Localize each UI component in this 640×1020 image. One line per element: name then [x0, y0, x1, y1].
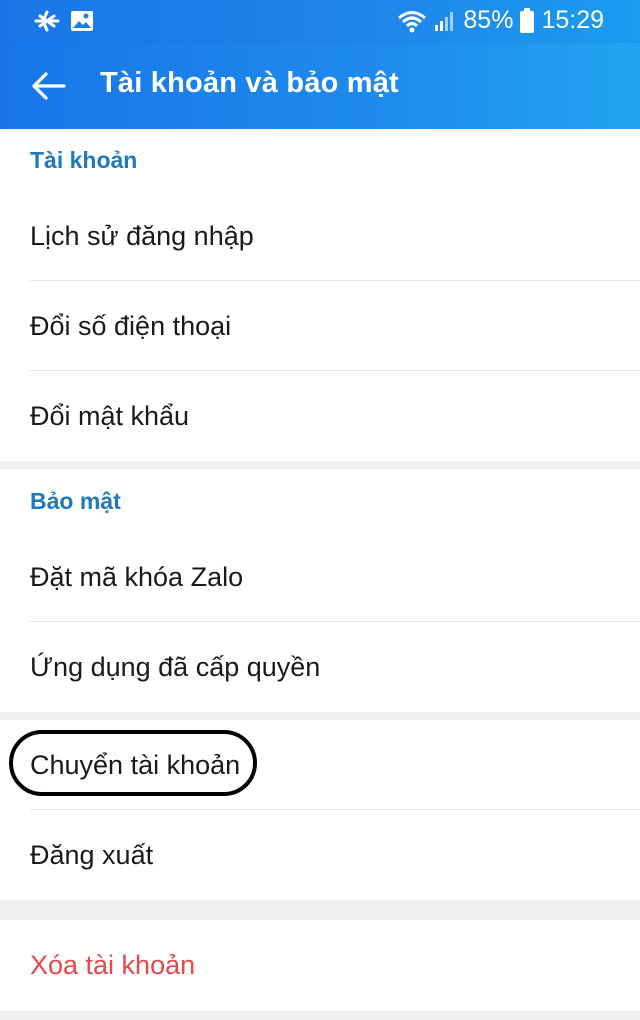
back-button[interactable]	[28, 65, 70, 107]
section-header-security: Bảo mật	[30, 488, 121, 514]
app-bar: Tài khoản và bảo mật	[0, 43, 640, 129]
battery-icon	[520, 7, 535, 33]
wifi-icon	[398, 10, 427, 32]
signal-icon	[435, 11, 454, 31]
image-icon	[71, 11, 93, 31]
battery-percentage: 85%	[463, 6, 514, 34]
clock: 15:29	[541, 6, 604, 34]
change-password-item[interactable]: Đổi mật khẩu	[0, 371, 640, 461]
account-section: Tài khoản Lịch sử đăng nhập Đổi số điện …	[0, 129, 640, 461]
status-bar-right: 85% 15:29	[397, 6, 604, 35]
status-bar: 85% 15:29	[0, 0, 640, 43]
change-phone-item[interactable]: Đổi số điện thoại	[0, 281, 640, 371]
danger-section: Xóa tài khoản	[0, 920, 640, 1010]
session-section: Chuyển tài khoản Đăng xuất	[0, 720, 640, 900]
section-header-account: Tài khoản	[30, 147, 138, 173]
airplane-mode-icon	[34, 10, 60, 32]
authorized-apps-item[interactable]: Ứng dụng đã cấp quyền	[0, 622, 640, 712]
arrow-left-icon	[32, 72, 66, 100]
status-bar-left	[34, 10, 94, 32]
set-zalo-lock-item[interactable]: Đặt mã khóa Zalo	[0, 532, 640, 622]
delete-account-item[interactable]: Xóa tài khoản	[0, 920, 640, 1010]
page-title: Tài khoản và bảo mật	[100, 67, 399, 99]
security-section: Bảo mật Đặt mã khóa Zalo Ứng dụng đã cấp…	[0, 470, 640, 712]
logout-item[interactable]: Đăng xuất	[0, 810, 640, 900]
login-history-item[interactable]: Lịch sử đăng nhập	[0, 191, 640, 281]
switch-account-item[interactable]: Chuyển tài khoản	[0, 720, 640, 810]
